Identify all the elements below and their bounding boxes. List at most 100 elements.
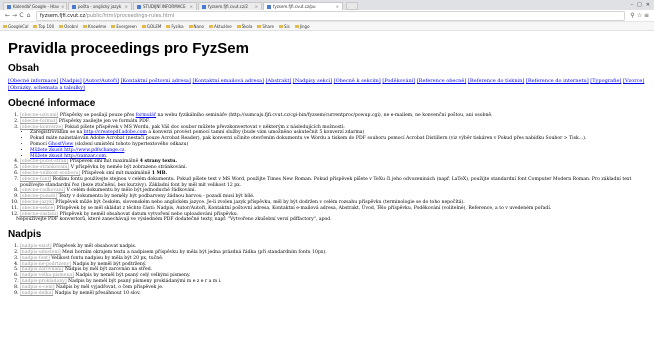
close-tab-icon[interactable]: × [59, 4, 64, 9]
url-input[interactable]: fyzsem.fjfi.cvut.cz/public/html/proceedi… [36, 10, 625, 21]
option-link[interactable]: GhostView [48, 142, 73, 147]
toc-link[interactable]: [Vzorce] [623, 78, 644, 84]
option-text: . [105, 153, 108, 159]
option-link[interactable]: Můžete zkusit http://www.pdfschange.cz [30, 148, 124, 153]
rule-tag-link[interactable]: [obecne-format] [20, 119, 57, 124]
bookmark-item[interactable]: Jingo [294, 24, 310, 29]
toc-link[interactable]: [Reference obecně] [417, 78, 467, 84]
rule-text: Velikost fontu nadpisu by měla být 20 px… [51, 255, 164, 261]
rule-text: Příspěvky se posílají pouze přes [59, 113, 136, 118]
folder-icon [166, 24, 171, 28]
bookmark-item[interactable]: Osobní [59, 24, 78, 29]
rule-tag-link[interactable]: [nadpis-ne-podrtzeny] [20, 262, 71, 267]
close-tab-icon[interactable]: × [188, 4, 193, 9]
search-icon[interactable]: ⚲ [629, 12, 636, 19]
close-window-icon[interactable]: ✕ [646, 2, 650, 8]
bookmark-item[interactable]: Sis [278, 24, 290, 29]
rule-tag-link[interactable]: [obecne-font] [20, 177, 51, 182]
rule-tag-link[interactable]: [obecne-radkovani] [20, 188, 65, 193]
rule-tag-link[interactable]: [obecne-konverze] [20, 125, 63, 130]
rule-tag-link[interactable]: [nadpis-delka] [20, 291, 53, 296]
tab-label: pošta - anglický jazyk [78, 4, 122, 9]
rule-text: Příspěvek smí mít maximálně [69, 159, 140, 165]
browser-tab[interactable]: STUDIJNÍ INFORMACE × [133, 2, 197, 10]
page-content: Pravidla proceedings pro FyzSem Obsah [O… [0, 31, 654, 296]
rule-tag-link[interactable]: [obecne-pozadi] [20, 194, 57, 199]
bookmark-item[interactable]: Aktuálne [208, 24, 232, 29]
rule-text: na webu fyzikálního semináře (http://sum… [156, 113, 493, 118]
browser-tab[interactable]: Kalendář Google - Hlav × [3, 2, 67, 10]
home-icon[interactable]: ⌂ [25, 12, 32, 19]
toc-link[interactable]: [Poděkování] [382, 78, 415, 84]
toc-link[interactable]: [Nadpis] [60, 78, 82, 84]
star-icon[interactable]: ☆ [636, 12, 643, 19]
folder-icon [111, 24, 116, 28]
option-link[interactable]: Můžete zkusit http://zamzar.com [30, 154, 106, 159]
toc-link[interactable]: [Obecné informace] [8, 78, 58, 84]
rule-tag-link[interactable]: [nadpis-exist] [20, 244, 52, 249]
bookmark-label: Nano [193, 23, 204, 29]
bookmark-item[interactable]: Knowlme [83, 24, 106, 29]
toc-link[interactable]: [Kontaktní poštovní adresa] [121, 78, 191, 84]
close-tab-icon[interactable]: × [253, 4, 258, 9]
bookmark-item[interactable]: Top 100 [33, 24, 54, 29]
bookmark-label: Share [262, 23, 274, 29]
toc-link[interactable]: [Obrázky, schemata a tabulky] [8, 85, 85, 91]
toc-link[interactable]: [Nadpisy sekcí] [293, 78, 332, 84]
rule-tag-link[interactable]: [nadpis-prokladany] [20, 279, 67, 284]
toc-link[interactable]: [Kontaktní emailová adresa] [192, 78, 264, 84]
rule-tag-link[interactable]: [obecne-jazyk] [20, 200, 54, 205]
rule-tag-link[interactable]: [nadpis-zarovnani] [20, 267, 63, 272]
close-tab-icon[interactable]: × [123, 4, 128, 9]
browser-tab[interactable]: fyzsem.fjfi.cvut.cz/pu × [263, 2, 343, 10]
list-item: [nadpis-delka] Nadpis by neměl přesáhnou… [20, 291, 646, 297]
maximize-icon[interactable]: □ [637, 2, 642, 8]
folder-icon [3, 24, 7, 28]
table-of-contents: [Obecné informace] [Nadpis] [Autor/Autoř… [8, 78, 646, 92]
browser-tab[interactable]: fyzsem.fjfi.cvut.cz/2 × [198, 2, 262, 10]
minimize-icon[interactable]: – [631, 2, 634, 8]
option-link[interactable]: http://createpdf.adobe.com [84, 130, 147, 135]
rule-text: Nadpis by měl být zarovnán na střed. [64, 267, 153, 273]
folder-icon [59, 24, 64, 28]
option-text: a konverzi provést pomocí tamní služby (… [146, 130, 365, 136]
toc-link[interactable]: [Autor/Autoři] [83, 78, 119, 84]
bookmark-item[interactable]: Share [257, 24, 274, 29]
toc-link[interactable]: [Obecně k sekcím] [334, 78, 381, 84]
rule-tag-link[interactable]: [obecne-sekce] [20, 206, 55, 211]
bookmark-item[interactable]: GoogleCal [3, 24, 28, 29]
rule-tag-link[interactable]: [nadpis-o-cem] [20, 285, 55, 290]
option-text: Zaregistrovaním se na [30, 130, 84, 136]
toc-link[interactable]: [Abstrakt] [266, 78, 292, 84]
reload-icon[interactable]: C [18, 12, 25, 19]
folder-icon [257, 24, 262, 28]
toc-link[interactable]: [Typografie] [590, 78, 621, 84]
rule-tag-link[interactable]: [nadpis-velka-pismena] [20, 273, 74, 278]
bookmark-item[interactable]: Fyzika [166, 24, 184, 29]
bookmark-label: GoogleCal [8, 23, 29, 29]
rule-tag-link[interactable]: [obecne-uzivani] [20, 113, 58, 118]
toc-link[interactable]: [Reference do tisknin] [468, 78, 524, 84]
back-icon[interactable]: ← [4, 12, 11, 19]
bookmark-item[interactable]: GOLEM [141, 24, 161, 29]
close-tab-icon[interactable]: × [334, 4, 339, 9]
bookmark-item[interactable]: Nano [188, 23, 204, 29]
folder-icon [278, 24, 283, 28]
favicon-icon [137, 4, 141, 9]
rule-tag-link[interactable]: [obecne-velikost-souboru] [20, 171, 80, 176]
bookmark-item[interactable]: Evergreen [111, 24, 137, 29]
toc-link[interactable]: [Reference do internetu] [526, 78, 589, 84]
rule-tag-link[interactable]: [nadpis-umisteni] [20, 250, 61, 255]
bookmark-label: Top 100 [38, 23, 55, 29]
browser-tab[interactable]: pošta - anglický jazyk × [68, 2, 132, 10]
rule-tag-link[interactable]: [obecne-zaslani] [20, 212, 58, 217]
rule-tag-link[interactable]: [obecne-strankovani] [20, 165, 69, 170]
bookmark-label: Škola [241, 23, 253, 29]
rule-tag-link[interactable]: [nadpis-font] [20, 256, 50, 261]
bookmark-item[interactable]: Škola [236, 23, 253, 29]
rule-tag-link[interactable]: [obecne-pocet-stran] [20, 159, 68, 164]
form-link[interactable]: formulář [136, 113, 156, 118]
forward-icon[interactable]: → [11, 12, 18, 19]
new-tab-button[interactable] [346, 2, 358, 10]
menu-icon[interactable]: ≡ [643, 12, 650, 19]
